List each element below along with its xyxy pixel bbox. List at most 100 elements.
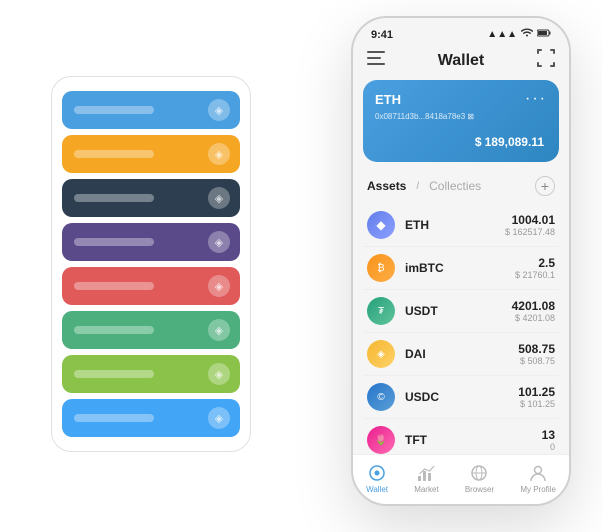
page-title: Wallet [438,52,485,70]
browser-nav-label: Browser [465,485,494,494]
card-icon: ◈ [208,275,230,297]
card-label [74,106,154,114]
tft-amounts: 13 0 [542,428,555,452]
eth-card-options[interactable]: ··· [525,90,547,108]
tab-collecties[interactable]: Collecties [429,179,481,193]
usdc-coin-icon: © [367,383,395,411]
eth-amount-primary: 1004.01 [505,213,555,227]
card-label [74,282,154,290]
card-icon: ◈ [208,363,230,385]
asset-name-usdt: USDT [405,304,512,318]
wallet-nav-label: Wallet [366,485,388,494]
battery-icon [537,29,551,40]
card-icon: ◈ [208,99,230,121]
asset-item-eth[interactable]: ◆ ETH 1004.01 $ 162517.48 [363,204,559,247]
phone-content: ETH ··· 0x08711d3b...8418a78e3 ⊠ $189,08… [353,80,569,454]
usdt-amount-primary: 4201.08 [512,299,555,313]
asset-name-dai: DAI [405,347,518,361]
list-item[interactable]: ◈ [62,267,240,305]
wifi-icon [521,28,533,41]
card-icon: ◈ [208,187,230,209]
eth-amounts: 1004.01 $ 162517.48 [505,213,555,237]
list-item[interactable]: ◈ [62,399,240,437]
asset-name-usdc: USDC [405,390,518,404]
asset-item-usdt[interactable]: ₮ USDT 4201.08 $ 4201.08 [363,290,559,333]
nav-item-profile[interactable]: My Profile [520,463,556,494]
market-nav-label: Market [414,485,438,494]
card-label [74,238,154,246]
dai-amount-secondary: $ 508.75 [518,356,555,366]
usdc-amount-primary: 101.25 [518,385,555,399]
tab-assets[interactable]: Assets [367,179,406,193]
asset-item-dai[interactable]: ◈ DAI 508.75 $ 508.75 [363,333,559,376]
tft-coin-icon: 🌷 [367,426,395,454]
asset-name-imbtc: imBTC [405,261,515,275]
list-item[interactable]: ◈ [62,179,240,217]
card-label [74,326,154,334]
plus-icon: + [541,178,549,194]
card-stack: ◈ ◈ ◈ ◈ ◈ ◈ ◈ ◈ [51,76,251,452]
nav-item-wallet[interactable]: Wallet [366,463,388,494]
asset-list: ◆ ETH 1004.01 $ 162517.48 ₿ imBTC 2.5 $ … [353,204,569,454]
eth-amount-secondary: $ 162517.48 [505,227,555,237]
imbtc-amount-secondary: $ 21760.1 [515,270,555,280]
status-bar: 9:41 ▲▲▲ [353,18,569,45]
asset-item-usdc[interactable]: © USDC 101.25 $ 101.25 [363,376,559,419]
usdt-coin-icon: ₮ [367,297,395,325]
market-nav-icon [416,463,436,483]
tft-amount-secondary: 0 [542,442,555,452]
card-label [74,414,154,422]
eth-coin-icon: ◆ [367,211,395,239]
status-time: 9:41 [371,29,393,41]
eth-card[interactable]: ETH ··· 0x08711d3b...8418a78e3 ⊠ $189,08… [363,80,559,162]
card-icon: ◈ [208,231,230,253]
asset-name-eth: ETH [405,218,505,232]
list-item[interactable]: ◈ [62,91,240,129]
imbtc-amount-primary: 2.5 [515,256,555,270]
dai-amount-primary: 508.75 [518,342,555,356]
assets-header: Assets / Collecties + [353,172,569,204]
dai-amounts: 508.75 $ 508.75 [518,342,555,366]
usdc-amounts: 101.25 $ 101.25 [518,385,555,409]
usdt-amount-secondary: $ 4201.08 [512,313,555,323]
list-item[interactable]: ◈ [62,355,240,393]
menu-icon[interactable] [367,51,385,70]
asset-item-imbtc[interactable]: ₿ imBTC 2.5 $ 21760.1 [363,247,559,290]
card-icon: ◈ [208,407,230,429]
bottom-nav: Wallet Market Browser [353,454,569,504]
phone-frame: 9:41 ▲▲▲ Wallet [351,16,571,506]
dai-coin-icon: ◈ [367,340,395,368]
amount-value: 189,089.11 [485,135,544,149]
signal-icon: ▲▲▲ [487,29,517,40]
wallet-nav-icon [367,463,387,483]
asset-name-tft: TFT [405,433,542,447]
eth-card-header: ETH ··· [375,90,547,108]
nav-item-market[interactable]: Market [414,463,438,494]
card-label [74,150,154,158]
eth-card-address: 0x08711d3b...8418a78e3 ⊠ [375,112,547,121]
scan-icon[interactable] [537,49,555,72]
tft-amount-primary: 13 [542,428,555,442]
list-item[interactable]: ◈ [62,311,240,349]
asset-item-tft[interactable]: 🌷 TFT 13 0 [363,419,559,454]
scene: ◈ ◈ ◈ ◈ ◈ ◈ ◈ ◈ [21,16,581,516]
nav-item-browser[interactable]: Browser [465,463,494,494]
profile-nav-label: My Profile [520,485,556,494]
status-icons: ▲▲▲ [487,28,551,41]
card-label [74,370,154,378]
card-icon: ◈ [208,143,230,165]
usdt-amounts: 4201.08 $ 4201.08 [512,299,555,323]
currency-symbol: $ [475,135,482,149]
usdc-amount-secondary: $ 101.25 [518,399,555,409]
imbtc-coin-icon: ₿ [367,254,395,282]
browser-nav-icon [469,463,489,483]
add-asset-button[interactable]: + [535,176,555,196]
tab-separator: / [416,181,419,192]
list-item[interactable]: ◈ [62,135,240,173]
card-label [74,194,154,202]
eth-card-amount: $189,089.11 [375,129,547,152]
eth-card-title: ETH [375,92,401,107]
list-item[interactable]: ◈ [62,223,240,261]
assets-tabs: Assets / Collecties [367,179,481,193]
card-icon: ◈ [208,319,230,341]
